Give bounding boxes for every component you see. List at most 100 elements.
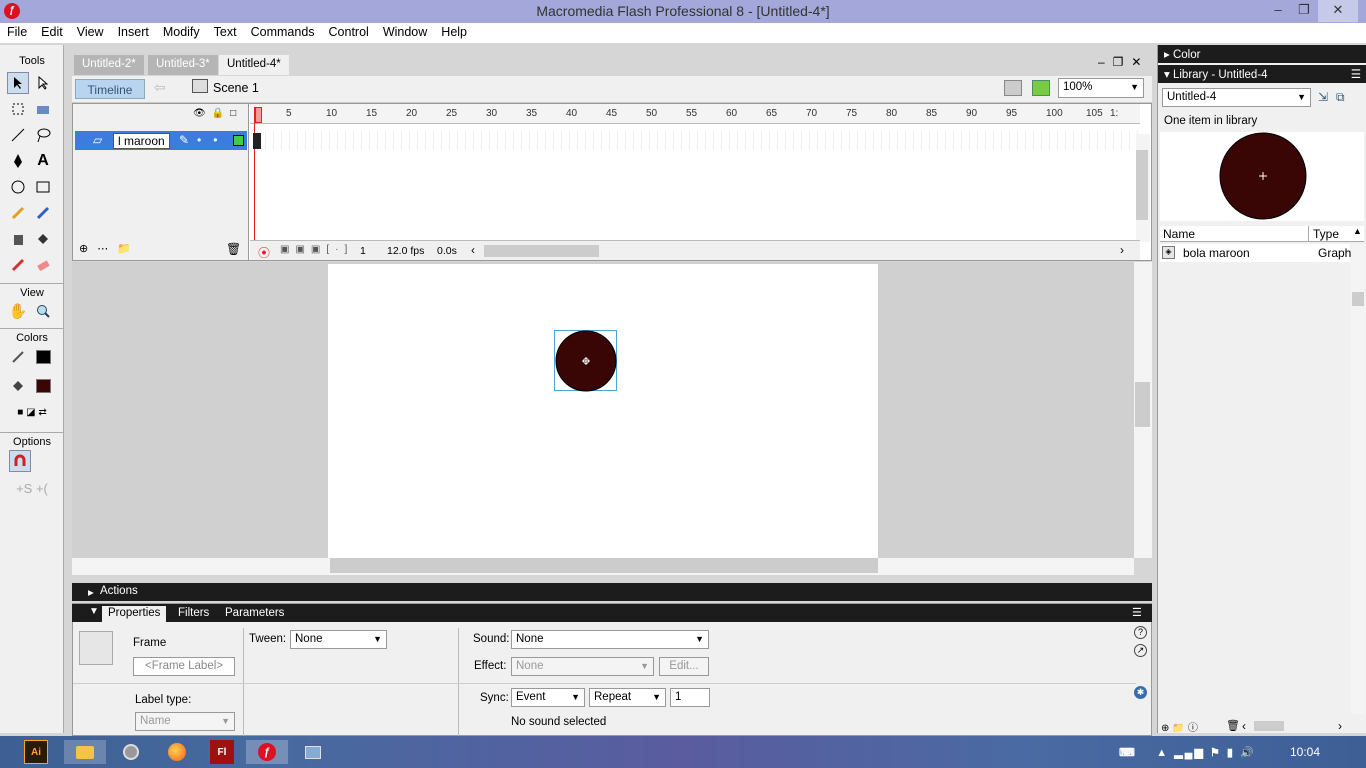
layer-header-icons[interactable]: 👁🔒□ <box>193 108 242 119</box>
brush-tool-icon[interactable] <box>32 202 54 224</box>
tab-untitled-4[interactable]: Untitled-4* <box>219 55 289 75</box>
oval-tool-icon[interactable] <box>7 176 29 198</box>
zoom-tool-icon[interactable] <box>32 300 54 322</box>
document-window-controls[interactable]: –❐✕ <box>1098 55 1150 69</box>
ink-bottle-tool-icon[interactable] <box>7 228 29 250</box>
sort-icon[interactable]: ▲ <box>1353 226 1362 236</box>
menu-commands[interactable]: Commands <box>244 23 322 39</box>
tab-filters[interactable]: Filters <box>172 606 215 622</box>
library-panel-header[interactable]: ▾ Library - Untitled-4 ☰ <box>1158 65 1366 83</box>
library-vscroll[interactable] <box>1351 244 1365 714</box>
menu-help[interactable]: Help <box>434 23 474 39</box>
tab-untitled-3[interactable]: Untitled-3* <box>148 55 218 75</box>
pen-tool-icon[interactable] <box>7 150 29 172</box>
playhead[interactable] <box>254 107 262 241</box>
color-panel-header[interactable]: ▸ Color <box>1158 45 1366 63</box>
timeline-toggle-button[interactable]: Timeline <box>75 79 145 99</box>
tab-parameters[interactable]: Parameters <box>219 606 290 622</box>
text-tool-icon[interactable]: A <box>32 150 54 172</box>
back-arrow-icon[interactable]: ⇦ <box>154 79 166 96</box>
menu-modify[interactable]: Modify <box>156 23 207 39</box>
eyedropper-tool-icon[interactable] <box>7 254 29 276</box>
repeat-count-input[interactable]: 1 <box>670 688 710 707</box>
close-button[interactable]: ✕ <box>1318 0 1358 22</box>
browser-icon[interactable] <box>116 740 146 764</box>
menu-insert[interactable]: Insert <box>111 23 156 39</box>
frame-ruler[interactable]: 1510152025303540455055606570758085909510… <box>250 104 1140 124</box>
layer-row[interactable]: ▱ l maroon ✎ •• <box>75 131 247 150</box>
menu-file[interactable]: File <box>0 23 34 39</box>
pencil-tool-icon[interactable] <box>7 202 29 224</box>
edit-sound-button[interactable]: Edit... <box>659 657 709 676</box>
collapse-arrow-icon[interactable]: ▼ <box>89 606 99 617</box>
line-tool-icon[interactable] <box>7 124 29 146</box>
flash-8-icon[interactable]: ƒ <box>246 740 288 764</box>
flash-cs-icon[interactable]: Fl <box>210 740 234 764</box>
scroll-left-icon[interactable]: ‹ <box>471 243 475 257</box>
fill-color-swatch[interactable] <box>32 375 54 397</box>
keyframe[interactable] <box>253 133 261 149</box>
help-icon[interactable]: ? <box>1134 626 1147 639</box>
scroll-left-icon[interactable]: ‹ <box>1242 719 1246 733</box>
snap-to-objects-icon[interactable] <box>9 450 31 472</box>
layer-outline-color[interactable] <box>233 135 244 146</box>
library-select[interactable]: Untitled-4 ▼ <box>1162 88 1311 107</box>
menu-view[interactable]: View <box>70 23 111 39</box>
illustrator-icon[interactable]: Ai <box>24 740 48 764</box>
free-transform-tool-icon[interactable] <box>7 98 29 120</box>
delete-layer-icon[interactable]: 🗑 <box>226 242 241 256</box>
layer-buttons[interactable]: ⊕ ⋯ 📁 <box>79 242 134 255</box>
panel-menu-icon[interactable]: ☰ <box>1132 606 1142 619</box>
menu-edit[interactable]: Edit <box>34 23 70 39</box>
frame-label-input[interactable]: <Frame Label> <box>133 657 235 676</box>
onion-skin-icons[interactable]: ▣▣▣[·] <box>280 244 353 255</box>
type-column-header[interactable]: Type <box>1313 227 1339 241</box>
timeline-vscroll[interactable] <box>1136 134 1150 242</box>
tab-properties[interactable]: Properties <box>102 606 167 622</box>
menu-window[interactable]: Window <box>376 23 434 39</box>
tray-icons[interactable]: ▲ ▂▄▆ ⚑ ▮ 🔊 <box>1146 740 1266 764</box>
library-item-row[interactable]: ◈ bola maroon Graph <box>1160 244 1351 262</box>
panel-menu-icon[interactable]: ☰ <box>1351 67 1361 81</box>
tab-untitled-2[interactable]: Untitled-2* <box>74 55 144 75</box>
eraser-tool-icon[interactable] <box>32 254 54 276</box>
firefox-icon[interactable] <box>162 740 192 764</box>
swap-colors-icon[interactable]: ■ ◪ ⇄ <box>4 401 60 423</box>
subselection-tool-icon[interactable] <box>32 72 54 94</box>
timeline-hscroll-thumb[interactable] <box>484 245 599 257</box>
window-app-icon[interactable] <box>298 740 328 764</box>
scroll-right-icon[interactable]: › <box>1338 719 1342 733</box>
keyboard-icon[interactable]: ⌨ <box>1112 740 1142 764</box>
delete-symbol-icon[interactable]: 🗑 <box>1226 719 1240 732</box>
accessibility-icon[interactable]: ✱ <box>1134 686 1147 699</box>
sound-select[interactable]: None ▼ <box>511 630 709 649</box>
file-explorer-icon[interactable] <box>64 740 106 764</box>
frame-row[interactable] <box>250 131 1140 150</box>
library-pin-icons[interactable]: ⇲⧉ <box>1318 90 1353 105</box>
name-column-header[interactable]: Name <box>1163 227 1195 241</box>
tween-select[interactable]: None ▼ <box>290 630 387 649</box>
center-frame-icon[interactable]: ⦿ <box>258 244 270 261</box>
library-bottom-icons[interactable]: ⊕📁ⓘ <box>1161 719 1201 734</box>
menu-text[interactable]: Text <box>207 23 244 39</box>
stage[interactable] <box>328 264 878 558</box>
hand-tool-icon[interactable]: ✋ <box>7 300 29 322</box>
selection-tool-icon[interactable] <box>7 72 29 94</box>
edit-scene-icon[interactable] <box>1004 80 1022 96</box>
actions-panel-header[interactable]: ▸ Actions <box>72 583 1152 601</box>
paint-bucket-tool-icon[interactable] <box>32 228 54 250</box>
edit-in-place-icon[interactable]: ↗ <box>1134 644 1147 657</box>
rectangle-tool-icon[interactable] <box>32 176 54 198</box>
label-type-select[interactable]: Name ▼ <box>135 712 235 731</box>
scroll-right-icon[interactable]: › <box>1120 243 1124 257</box>
lasso-tool-icon[interactable] <box>32 124 54 146</box>
stage-hscroll[interactable] <box>72 558 1134 575</box>
stroke-color-swatch[interactable] <box>32 346 54 368</box>
zoom-select[interactable]: 100% ▼ <box>1058 78 1144 98</box>
gradient-transform-tool-icon[interactable] <box>32 98 54 120</box>
maroon-ball[interactable] <box>555 330 617 392</box>
repeat-select[interactable]: Repeat ▼ <box>589 688 666 707</box>
layer-name[interactable]: l maroon <box>113 133 170 149</box>
edit-symbols-icon[interactable] <box>1032 80 1050 96</box>
stage-vscroll[interactable] <box>1134 262 1152 558</box>
